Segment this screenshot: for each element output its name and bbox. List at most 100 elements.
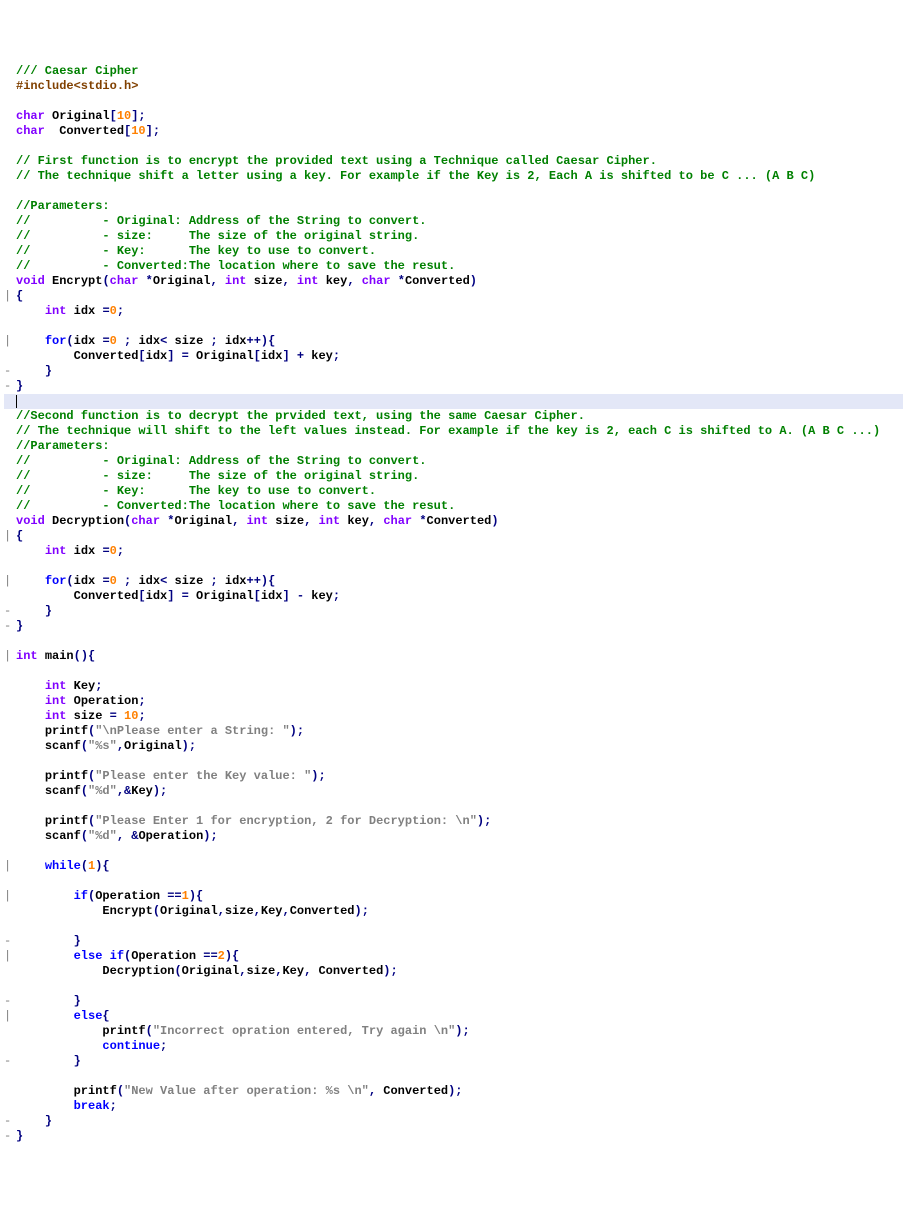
code-line[interactable]: void Decryption(char *Original, int size… [4,514,903,529]
code-line[interactable]: printf("New Value after operation: %s \n… [4,1084,903,1099]
code-line[interactable]: // - Key: The key to use to convert. [4,244,903,259]
code-line[interactable]: #include<stdio.h> [4,79,903,94]
code-line[interactable]: // - size: The size of the original stri… [4,469,903,484]
code-line[interactable] [4,874,903,889]
code-line[interactable]: // - Converted:The location where to sav… [4,259,903,274]
code-line[interactable]: char Original[10]; [4,109,903,124]
code-line[interactable] [4,754,903,769]
code-editor[interactable]: /// Caesar Cipher#include<stdio.h> char O… [4,64,903,1144]
code-line[interactable] [4,139,903,154]
code-line[interactable]: - } [4,1054,903,1069]
code-line[interactable]: printf("\nPlease enter a String: "); [4,724,903,739]
code-line[interactable] [4,94,903,109]
token-plain [16,1114,45,1128]
fold-gutter[interactable]: | [4,289,14,304]
code-line[interactable]: Decryption(Original,size,Key, Converted)… [4,964,903,979]
token-plain [16,709,45,723]
code-line[interactable]: |{ [4,529,903,544]
token-op: , [347,274,361,288]
fold-gutter[interactable]: | [4,574,14,589]
token-number: 0 [110,334,117,348]
fold-gutter[interactable]: | [4,949,14,964]
code-line[interactable]: // - Original: Address of the String to … [4,214,903,229]
code-line[interactable]: printf("Please enter the Key value: "); [4,769,903,784]
code-line[interactable]: // The technique shift a letter using a … [4,169,903,184]
fold-gutter[interactable]: - [4,379,14,394]
fold-gutter[interactable]: - [4,1114,14,1129]
code-line[interactable]: | if(Operation ==1){ [4,889,903,904]
code-line[interactable]: - } [4,994,903,1009]
token-ident: Converted [59,124,124,138]
code-line[interactable]: int Operation; [4,694,903,709]
code-line[interactable]: -} [4,619,903,634]
code-line[interactable]: printf("Please Enter 1 for encryption, 2… [4,814,903,829]
fold-gutter[interactable]: | [4,334,14,349]
fold-gutter[interactable]: | [4,649,14,664]
code-line[interactable]: |int main(){ [4,649,903,664]
code-line[interactable]: continue; [4,1039,903,1054]
code-line[interactable] [4,799,903,814]
code-line[interactable] [4,1069,903,1084]
code-line[interactable]: int idx =0; [4,544,903,559]
code-line[interactable]: Converted[idx] = Original[idx] - key; [4,589,903,604]
code-line[interactable]: - } [4,1114,903,1129]
code-line[interactable]: |{ [4,289,903,304]
fold-gutter[interactable]: - [4,604,14,619]
code-line[interactable]: // - Key: The key to use to convert. [4,484,903,499]
fold-gutter[interactable]: - [4,1054,14,1069]
code-line[interactable]: // - Original: Address of the String to … [4,454,903,469]
code-line[interactable]: Converted[idx] = Original[idx] + key; [4,349,903,364]
code-line[interactable]: //Parameters: [4,199,903,214]
code-line[interactable]: - } [4,604,903,619]
code-line[interactable]: scanf("%s",Original); [4,739,903,754]
code-line[interactable]: -} [4,1129,903,1144]
code-line[interactable] [4,559,903,574]
code-line[interactable]: scanf("%d",&Key); [4,784,903,799]
code-line[interactable]: - } [4,934,903,949]
code-line[interactable]: // The technique will shift to the left … [4,424,903,439]
fold-gutter[interactable]: - [4,1129,14,1144]
code-line[interactable] [4,664,903,679]
token-plain [16,694,45,708]
code-line[interactable]: | else{ [4,1009,903,1024]
code-line[interactable] [4,394,903,409]
code-line[interactable]: | for(idx =0 ; idx< size ; idx++){ [4,574,903,589]
code-line[interactable]: // - Converted:The location where to sav… [4,499,903,514]
code-line[interactable]: //Second function is to decrypt the prvi… [4,409,903,424]
code-line[interactable]: // - size: The size of the original stri… [4,229,903,244]
fold-gutter[interactable]: | [4,889,14,904]
code-line[interactable]: //Parameters: [4,439,903,454]
code-line[interactable]: /// Caesar Cipher [4,64,903,79]
code-line[interactable]: scanf("%d", &Operation); [4,829,903,844]
code-line[interactable] [4,979,903,994]
token-op: ){ [225,949,239,963]
code-line[interactable]: | else if(Operation ==2){ [4,949,903,964]
fold-gutter[interactable]: - [4,364,14,379]
token-comment: // - Original: Address of the String to … [16,454,426,468]
token-ident: Original [196,349,254,363]
fold-gutter[interactable]: | [4,1009,14,1024]
code-line[interactable] [4,844,903,859]
code-line[interactable]: -} [4,379,903,394]
code-line[interactable] [4,919,903,934]
fold-gutter[interactable]: | [4,529,14,544]
code-line[interactable]: printf("Incorrect opration entered, Try … [4,1024,903,1039]
code-line[interactable]: // First function is to encrypt the prov… [4,154,903,169]
code-line[interactable] [4,319,903,334]
code-line[interactable]: int Key; [4,679,903,694]
fold-gutter[interactable]: | [4,859,14,874]
code-line[interactable] [4,634,903,649]
code-line[interactable]: | for(idx =0 ; idx< size ; idx++){ [4,334,903,349]
fold-gutter[interactable]: - [4,934,14,949]
fold-gutter[interactable]: - [4,994,14,1009]
fold-gutter[interactable]: - [4,619,14,634]
code-line[interactable]: Encrypt(Original,size,Key,Converted); [4,904,903,919]
code-line[interactable]: - } [4,364,903,379]
code-line[interactable]: void Encrypt(char *Original, int size, i… [4,274,903,289]
code-line[interactable]: | while(1){ [4,859,903,874]
code-line[interactable]: char Converted[10]; [4,124,903,139]
code-line[interactable] [4,184,903,199]
code-line[interactable]: int idx =0; [4,304,903,319]
code-line[interactable]: break; [4,1099,903,1114]
code-line[interactable]: int size = 10; [4,709,903,724]
